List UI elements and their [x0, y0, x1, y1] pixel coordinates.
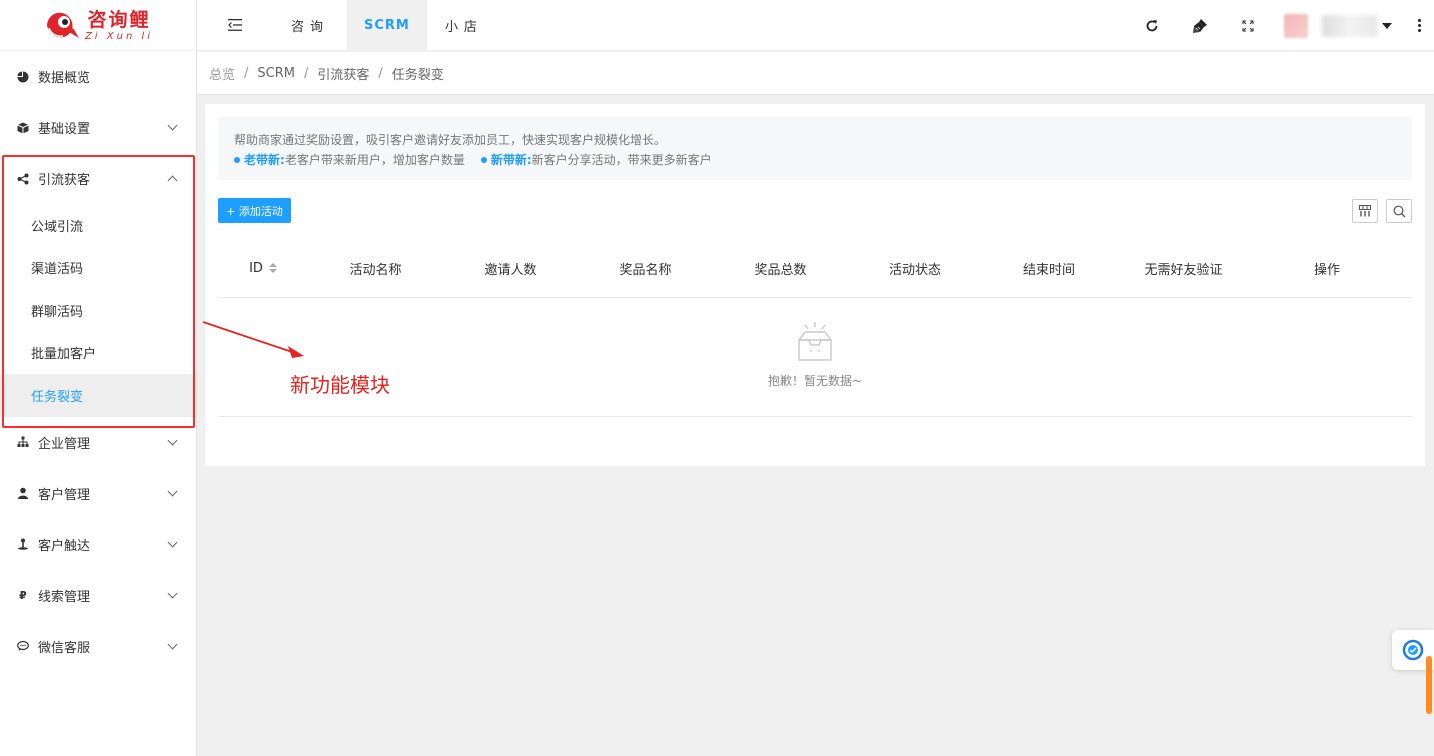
- breadcrumb-item-current: 任务裂变: [391, 67, 444, 83]
- breadcrumb-separator: /: [303, 65, 309, 81]
- tip-new-text: 新客户分享活动，带来更多新客户: [531, 153, 712, 167]
- avatar[interactable]: [1284, 13, 1308, 38]
- chevron-down-icon: [167, 639, 178, 649]
- logo[interactable]: 咨询鲤 Zi Xun li: [0, 0, 196, 51]
- more-menu-icon[interactable]: [1404, 19, 1434, 32]
- sidebar-item-data-overview[interactable]: 数据概览: [0, 51, 196, 102]
- column-header-prize-total: 奖品总数: [754, 262, 807, 278]
- topbar: 咨询 SCRM 小店: [197, 0, 1434, 51]
- table-header: ID 活动名称 邀请人数 奖品名称 奖品总数 活动状态 结束时间 无需好友验证 …: [218, 239, 1412, 298]
- sidebar: 咨询鲤 Zi Xun li 数据概览 基础设置 引流获客 公域引流 渠道活码 群…: [0, 0, 197, 756]
- menu-fold-icon: [228, 19, 242, 31]
- user-icon: [17, 487, 29, 499]
- search-toggle-button[interactable]: [1386, 199, 1412, 223]
- sidebar-item-customer[interactable]: 客户管理: [0, 468, 196, 519]
- empty-box-icon: [798, 322, 832, 361]
- tip-old-text: 老客户带来新用户，增加客户数量: [284, 153, 465, 167]
- sidebar-item-label: 数据概览: [38, 71, 91, 86]
- logo-pinyin: Zi Xun li: [84, 30, 154, 42]
- fullscreen-icon[interactable]: [1224, 0, 1272, 51]
- user-menu-caret-icon[interactable]: [1382, 22, 1392, 29]
- column-header-status: 活动状态: [888, 262, 941, 278]
- column-header-end-time: 结束时间: [1022, 262, 1075, 278]
- sidebar-item-label: 客户触达: [38, 538, 91, 554]
- chevron-down-icon: [167, 435, 178, 445]
- chevron-down-icon: [167, 486, 178, 496]
- cube-icon: [17, 122, 29, 134]
- tab-consult[interactable]: 咨询: [273, 0, 347, 51]
- koi-logo-icon: [43, 8, 81, 42]
- empty-state: 抱歉！暂无数据~: [218, 298, 1412, 417]
- chat-icon: [17, 640, 29, 652]
- tip-old-label: 老带新:: [244, 153, 285, 167]
- sidebar-item-basic-settings[interactable]: 基础设置: [0, 102, 196, 153]
- chevron-up-icon: [167, 175, 178, 185]
- sidebar-item-label: 企业管理: [38, 436, 91, 452]
- breadcrumb-item[interactable]: SCRM: [257, 66, 295, 81]
- sidebar-item-leads[interactable]: ₽ 线索管理: [0, 570, 196, 621]
- assistant-icon: [1402, 639, 1424, 661]
- tip-new-label: 新带新:: [490, 153, 532, 167]
- column-header-actions: 操作: [1313, 262, 1340, 278]
- sidebar-item-enterprise[interactable]: 企业管理: [0, 417, 196, 468]
- column-settings-button[interactable]: [1352, 199, 1378, 223]
- floating-side-tab[interactable]: [1426, 656, 1432, 714]
- column-header-activity-name: 活动名称: [349, 262, 402, 278]
- org-chart-icon: [17, 436, 29, 448]
- sidebar-item-wechat-service[interactable]: 微信客服: [0, 621, 196, 672]
- sidebar-item-label: 引流获客: [38, 173, 91, 188]
- tab-scrm[interactable]: SCRM: [347, 0, 427, 51]
- breadcrumb-separator: /: [378, 65, 383, 81]
- chevron-down-icon: [167, 537, 178, 547]
- bullet-dot-icon: [480, 157, 487, 163]
- column-header-id[interactable]: ID: [218, 261, 308, 276]
- menu-toggle-button[interactable]: [197, 0, 273, 51]
- annotation-label: 新功能模块: [290, 373, 390, 397]
- tip-description: 帮助商家通过奖励设置，吸引客户邀请好友添加员工，快速实现客户规模化增长。: [234, 133, 667, 147]
- empty-message: 抱歉！暂无数据~: [767, 374, 863, 388]
- info-tip: 帮助商家通过奖励设置，吸引客户邀请好友添加员工，快速实现客户规模化增长。 老带新…: [218, 117, 1412, 180]
- add-activity-button[interactable]: + 添加活动: [218, 198, 291, 223]
- column-header-prize-name: 奖品名称: [619, 262, 672, 278]
- column-header-no-verify: 无需好友验证: [1144, 262, 1223, 278]
- column-header-invite-count: 邀请人数: [484, 262, 537, 278]
- breadcrumb: 总览 / SCRM / 引流获客 / 任务裂变: [197, 52, 1434, 94]
- sidebar-subitem-group-qr[interactable]: 群聊活码: [0, 289, 196, 332]
- theme-brush-icon[interactable]: [1176, 0, 1224, 51]
- share-icon: [17, 173, 29, 185]
- logo-title: 咨询鲤: [87, 8, 151, 31]
- sidebar-subitem-public-traffic[interactable]: 公域引流: [0, 204, 196, 247]
- sidebar-item-label: 线索管理: [38, 589, 91, 605]
- column-header-label: ID: [249, 260, 263, 276]
- chevron-down-icon: [167, 120, 178, 131]
- sidebar-item-label: 客户管理: [38, 487, 91, 503]
- annotation-arrow-icon: [202, 321, 304, 358]
- sidebar-item-label: 基础设置: [38, 122, 91, 137]
- breadcrumb-item[interactable]: 引流获客: [317, 64, 369, 83]
- chevron-down-icon: [167, 588, 178, 598]
- sidebar-subitem-channel-qr[interactable]: 渠道活码: [0, 247, 196, 290]
- sidebar-item-customer-reach[interactable]: 客户触达: [0, 519, 196, 570]
- sidebar-item-traffic-acquisition[interactable]: 引流获客: [0, 153, 196, 204]
- sort-icon[interactable]: [268, 263, 277, 273]
- yuan-icon: ₽: [19, 588, 27, 602]
- tab-shop[interactable]: 小店: [427, 0, 501, 51]
- pie-chart-icon: [17, 71, 29, 83]
- breadcrumb-item[interactable]: 总览: [209, 64, 235, 83]
- content-card: 帮助商家通过奖励设置，吸引客户邀请好友添加员工，快速实现客户规模化增长。 老带新…: [205, 104, 1425, 466]
- user-name[interactable]: [1322, 14, 1378, 37]
- sidebar-subitem-task-fission[interactable]: 任务裂变: [0, 374, 196, 417]
- reach-icon: [17, 538, 29, 550]
- columns-icon: [1359, 205, 1371, 217]
- sidebar-item-label: 微信客服: [38, 640, 91, 656]
- bullet-dot-icon: [234, 157, 240, 163]
- sidebar-subitem-bulk-add[interactable]: 批量加客户: [0, 332, 196, 375]
- search-icon: [1393, 205, 1405, 217]
- breadcrumb-separator: /: [244, 65, 249, 81]
- refresh-icon[interactable]: [1128, 0, 1176, 51]
